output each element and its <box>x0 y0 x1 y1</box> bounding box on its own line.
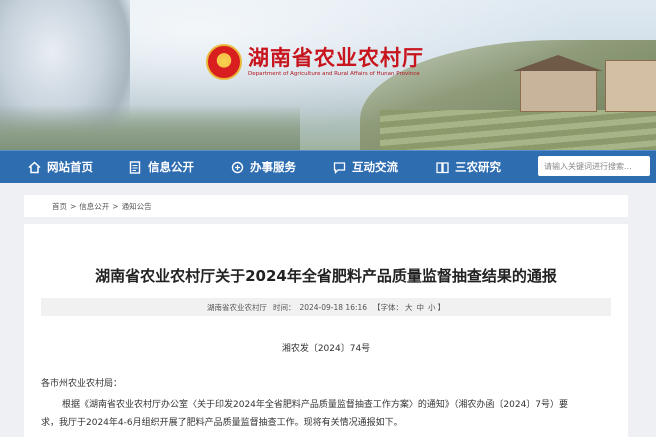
site-title: 湖南省农业农村厅 <box>248 46 424 70</box>
site-logo[interactable]: ★ 湖南省农业农村厅 Department of Agriculture and… <box>206 44 424 80</box>
nav-item-interaction[interactable]: 互动交流 <box>332 151 398 183</box>
chat-icon <box>332 160 346 174</box>
national-emblem-icon: ★ <box>206 44 242 80</box>
time-label: 时间： <box>272 302 296 312</box>
banner-trees-image <box>0 105 300 150</box>
breadcrumb-info[interactable]: 信息公开 <box>79 201 109 212</box>
nav-label: 信息公开 <box>148 160 194 174</box>
font-size-large[interactable]: 大 <box>405 302 413 313</box>
banner-house-image <box>513 55 603 112</box>
search-input[interactable]: 请输入关键词进行搜索... <box>538 156 650 176</box>
document-icon <box>128 160 142 174</box>
service-icon <box>230 160 244 174</box>
nav-item-info[interactable]: 信息公开 <box>128 151 194 183</box>
breadcrumb-home[interactable]: 首页 <box>52 201 67 212</box>
nav-label: 三农研究 <box>455 160 501 174</box>
book-icon <box>435 160 449 174</box>
font-size-small[interactable]: 小 <box>428 302 436 313</box>
font-size-medium[interactable]: 中 <box>417 302 425 313</box>
article-source: 湖南省农业农村厅 <box>206 302 267 312</box>
salutation: 各市州农业农村局： <box>41 379 123 389</box>
article-time: 2024-09-18 16:16 <box>299 302 368 312</box>
font-size-close: 】 <box>437 302 446 312</box>
article-panel: 湖南省农业农村厅关于2024年全省肥料产品质量监督抽查结果的通报 湖南省农业农村… <box>24 224 628 437</box>
article-title: 湖南省农业农村厅关于2024年全省肥料产品质量监督抽查结果的通报 <box>95 267 557 285</box>
home-icon <box>27 160 41 174</box>
paragraph-line: 求，我厅于2024年4-6月组织开展了肥料产品质量监督抽查工作。现将有关情况通报… <box>41 418 403 428</box>
nav-label: 互动交流 <box>352 160 398 174</box>
nav-item-home[interactable]: 网站首页 <box>27 151 93 183</box>
banner-fields-image <box>380 110 656 150</box>
breadcrumb-separator: > <box>70 201 77 211</box>
site-name-block: 湖南省农业农村厅 Department of Agriculture and R… <box>248 46 424 78</box>
nav-item-research[interactable]: 三农研究 <box>435 151 501 183</box>
site-subtitle: Department of Agriculture and Rural Affa… <box>248 71 420 77</box>
document-number: 湘农发〔2024〕74号 <box>281 344 371 354</box>
breadcrumb-notices[interactable]: 通知公告 <box>122 201 152 212</box>
nav-label: 办事服务 <box>250 160 296 174</box>
nav-item-service[interactable]: 办事服务 <box>230 151 296 183</box>
banner-house-image-2 <box>605 60 656 112</box>
breadcrumb: 首页 > 信息公开 > 通知公告 <box>24 195 628 217</box>
breadcrumb-separator: > <box>112 201 119 211</box>
article-meta: 湖南省农业农村厅 时间： 2024-09-18 16:16 【字体： 大 中 小… <box>41 298 611 316</box>
font-size-label: 【字体： <box>373 302 404 312</box>
paragraph-line: 根据《湖南省农业农村厅办公室〈关于印发2024年全省肥料产品质量监督抽查工作方案… <box>62 400 569 410</box>
nav-label: 网站首页 <box>47 160 93 174</box>
